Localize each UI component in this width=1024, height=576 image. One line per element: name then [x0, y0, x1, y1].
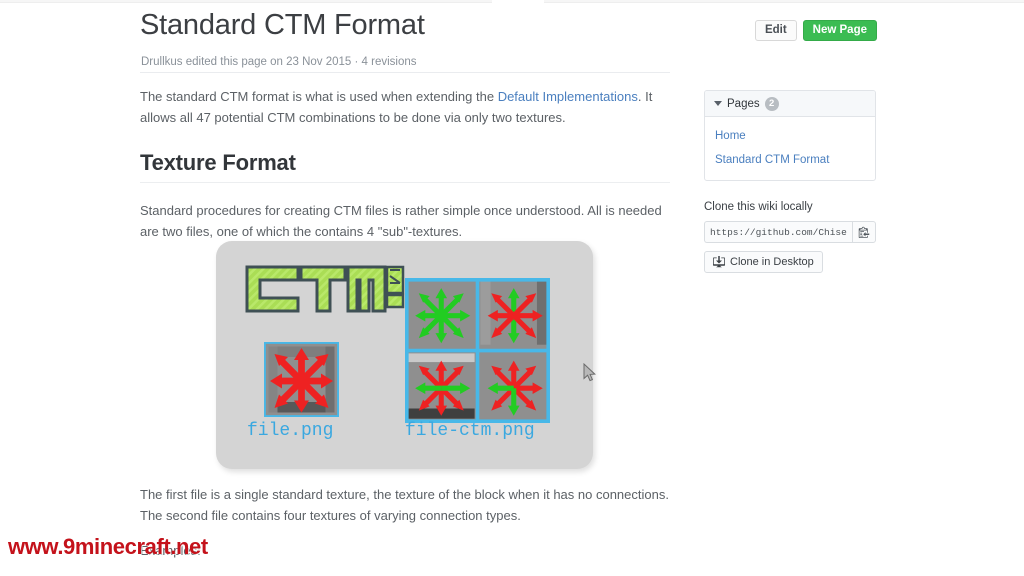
- clone-in-desktop-label: Clone in Desktop: [730, 256, 814, 268]
- file-png-texture: [264, 342, 339, 417]
- edit-button[interactable]: Edit: [754, 20, 797, 41]
- pages-panel-title: Pages: [727, 97, 760, 110]
- intro-paragraph: The standard CTM format is what is used …: [140, 86, 670, 128]
- wiki-page: Standard CTM Format Drullkus edited this…: [0, 0, 1024, 576]
- sidebar-item-standard-ctm-format[interactable]: Standard CTM Format: [705, 148, 875, 172]
- top-chrome-strip-left: [0, 0, 492, 3]
- mouse-cursor-icon: [583, 363, 596, 382]
- section-heading-enhanced-plating: EnhancedPlating: [140, 572, 670, 576]
- desktop-download-icon: [713, 256, 725, 268]
- file-ctm-png-label: file-ctm.png: [405, 421, 535, 441]
- ctm-logo-icon: [245, 265, 405, 313]
- file-ctm-png-texture: [405, 278, 550, 423]
- page-header-wrapper: Standard CTM Format Drullkus edited this…: [140, 8, 877, 68]
- page-title: Standard CTM Format: [140, 9, 425, 41]
- header-actions: Edit New Page: [754, 20, 877, 41]
- page-header: Standard CTM Format Drullkus edited this…: [140, 8, 877, 68]
- main-content: The standard CTM format is what is used …: [140, 86, 670, 242]
- site-watermark: www.9minecraft.net: [8, 534, 208, 559]
- default-implementations-link[interactable]: Default Implementations: [498, 89, 638, 104]
- pages-panel-header[interactable]: Pages 2: [705, 91, 875, 117]
- header-divider: [140, 72, 670, 73]
- clone-section-title: Clone this wiki locally: [704, 201, 813, 213]
- clone-in-desktop-button[interactable]: Clone in Desktop: [704, 251, 823, 273]
- clone-url-input[interactable]: [704, 221, 852, 243]
- pages-list: Home Standard CTM Format: [705, 117, 875, 180]
- pages-count-badge: 2: [764, 96, 779, 111]
- wiki-sidebar: Pages 2 Home Standard CTM Format Clone t…: [704, 90, 876, 273]
- pages-panel: Pages 2 Home Standard CTM Format: [704, 90, 876, 181]
- clone-url-row: [704, 221, 876, 243]
- files-description-paragraph: The first file is a single standard text…: [140, 487, 669, 523]
- clipboard-icon: [858, 226, 870, 238]
- top-chrome-strip-right: [544, 0, 1024, 3]
- examples-label: Examples:: [140, 543, 201, 558]
- file-png-label: file.png: [247, 421, 334, 441]
- page-revision-meta: Drullkus edited this page on 23 Nov 2015…: [141, 56, 417, 68]
- new-page-button[interactable]: New Page: [802, 20, 877, 41]
- ctm-format-diagram: file.png file-ctm.png: [216, 241, 593, 469]
- copy-to-clipboard-button[interactable]: [852, 221, 876, 243]
- main-content-lower: The first file is a single standard text…: [140, 484, 670, 576]
- sidebar-item-home[interactable]: Home: [705, 124, 875, 148]
- chevron-down-icon[interactable]: [714, 101, 722, 106]
- section-heading-texture-format: Texture Format: [140, 150, 296, 175]
- intro-text-part1: The standard CTM format is what is used …: [140, 89, 498, 104]
- texture-procedures-paragraph: Standard procedures for creating CTM fil…: [140, 203, 662, 239]
